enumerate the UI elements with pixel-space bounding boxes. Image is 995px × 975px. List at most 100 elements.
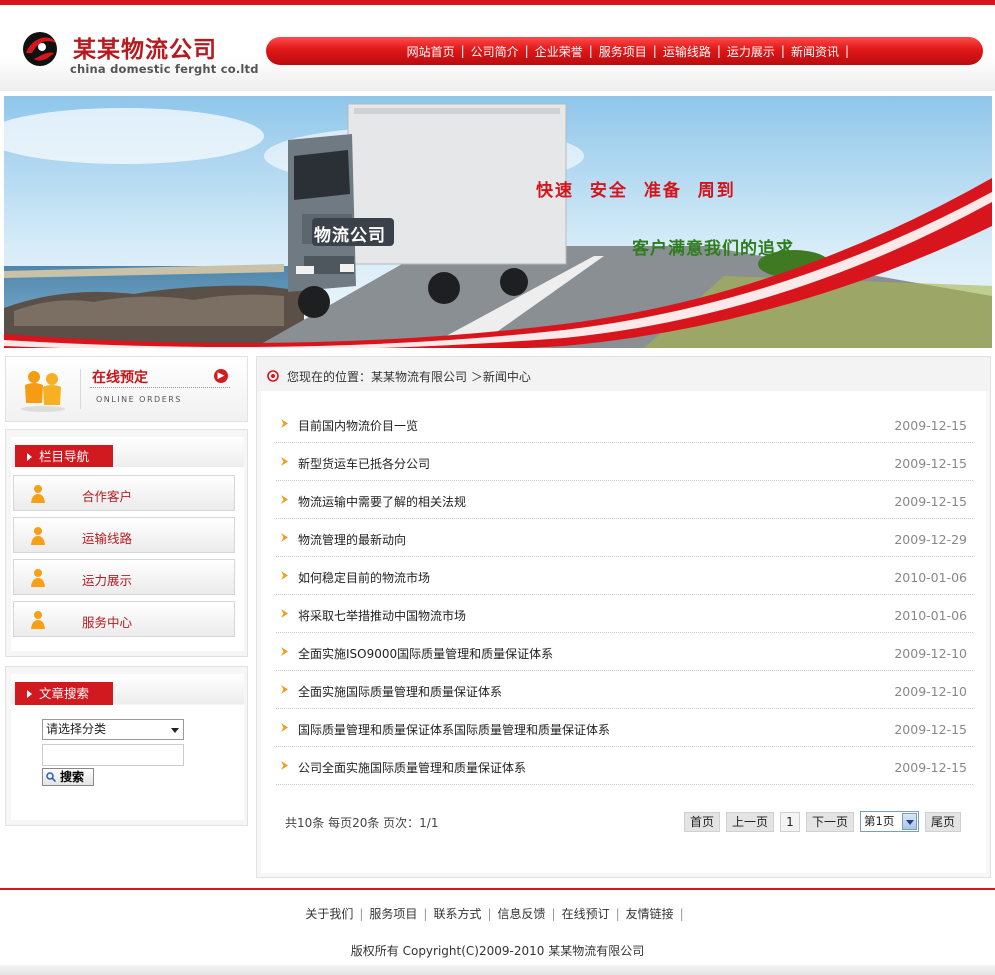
news-row[interactable]: 新型货运车已抵各分公司 2009-12-15 (276, 443, 973, 481)
news-title[interactable]: 国际质量管理和质量保证体系国际质量管理和质量保证体系 (298, 721, 610, 738)
news-title[interactable]: 新型货运车已抵各分公司 (298, 455, 430, 472)
sidebar-item-label: 运力展示 (82, 573, 133, 588)
nav-separator: | (716, 44, 721, 58)
bullet-arrow-icon (281, 723, 288, 732)
footer-link[interactable]: 友情链接 (626, 907, 674, 921)
person-icon (31, 569, 45, 587)
article-search-panel: 文章搜索 请选择分类 搜索 (5, 666, 248, 826)
news-row[interactable]: 国际质量管理和质量保证体系国际质量管理和质量保证体系 2009-12-15 (276, 709, 973, 747)
news-row[interactable]: 将采取七举措推动中国物流市场 2010-01-06 (276, 595, 973, 633)
sidebar-item-routes[interactable]: 运输线路 (13, 517, 235, 553)
current-page-number[interactable]: 1 (780, 812, 800, 832)
news-title[interactable]: 物流管理的最新动向 (298, 531, 406, 548)
banner-image (4, 96, 992, 348)
nav-link[interactable]: 公司简介 (471, 43, 519, 60)
news-date: 2009-12-15 (894, 494, 967, 509)
chevron-down-icon (902, 813, 917, 830)
bullet-arrow-icon (281, 419, 288, 428)
breadcrumb: 您现在的位置：某某物流有限公司 ＞新闻中心 (287, 370, 531, 384)
bullet-arrow-icon (281, 685, 288, 694)
breadcrumb-bar: 您现在的位置：某某物流有限公司 ＞新闻中心 (257, 357, 990, 391)
sidebar-item-label: 合作客户 (82, 489, 133, 504)
nav-separator: | (460, 44, 465, 58)
first-page-button[interactable]: 首页 (684, 812, 720, 832)
online-order-title[interactable]: 在线预定 (92, 367, 148, 387)
hero-banner (4, 96, 992, 348)
bullet-arrow-icon (281, 533, 288, 542)
news-title[interactable]: 公司全面实施国际质量管理和质量保证体系 (298, 759, 526, 776)
news-title[interactable]: 全面实施ISO9000国际质量管理和质量保证体系 (298, 645, 553, 662)
search-button[interactable]: 搜索 (42, 768, 94, 786)
bullet-arrow-icon (281, 571, 288, 580)
footer-link[interactable]: 信息反馈 (498, 907, 546, 921)
nav-link[interactable]: 运力展示 (727, 43, 775, 60)
news-date: 2010-01-06 (894, 608, 967, 623)
online-order-subtitle: ONLINE ORDERS (96, 395, 182, 404)
news-title[interactable]: 如何稳定目前的物流市场 (298, 569, 430, 586)
banner-slogan-sub: 客户满意我们的追求 (632, 239, 794, 259)
panel-header: 栏目导航 (11, 437, 244, 475)
footer-separator: | (679, 907, 684, 921)
sidebar-item-label: 服务中心 (82, 615, 133, 630)
nav-separator: | (652, 44, 657, 58)
nav-link[interactable]: 服务项目 (599, 43, 647, 60)
company-name: 某某物流公司 (73, 37, 217, 63)
person-icon (31, 611, 45, 629)
nav-separator: | (780, 44, 785, 58)
news-date: 2009-12-10 (894, 684, 967, 699)
nav-separator: | (524, 44, 529, 58)
search-input[interactable] (42, 744, 184, 766)
footer-bar (0, 965, 995, 975)
nav-separator: | (588, 44, 593, 58)
site-header: 某某物流公司 china domestic ferght co.ltd 网站首页… (0, 5, 995, 91)
category-select[interactable]: 请选择分类 (42, 719, 184, 740)
news-date: 2009-12-15 (894, 418, 967, 433)
sidebar-item-capacity[interactable]: 运力展示 (13, 559, 235, 595)
bullet-arrow-icon (281, 761, 288, 770)
news-row[interactable]: 物流运输中需要了解的相关法规 2009-12-15 (276, 481, 973, 519)
online-order-box[interactable]: 在线预定 ONLINE ORDERS ▶ (5, 356, 248, 422)
news-row[interactable]: 全面实施ISO9000国际质量管理和质量保证体系 2009-12-10 (276, 633, 973, 671)
news-date: 2009-12-15 (894, 760, 967, 775)
news-row[interactable]: 公司全面实施国际质量管理和质量保证体系 2009-12-15 (276, 747, 973, 785)
dotted-divider (90, 387, 230, 388)
footer-link[interactable]: 联系方式 (433, 907, 481, 921)
footer-separator: | (615, 907, 620, 921)
next-page-button[interactable]: 下一页 (806, 812, 854, 832)
location-icon (267, 370, 279, 382)
sidebar-item-service[interactable]: 服务中心 (13, 601, 235, 637)
news-row[interactable]: 如何稳定目前的物流市场 2010-01-06 (276, 557, 973, 595)
news-list: 共10条 每页20条 页次：1/1 首页 上一页 1 下一页 第1页 尾页 目前… (261, 391, 986, 873)
pager-info: 共10条 每页20条 页次：1/1 (285, 816, 439, 830)
news-title[interactable]: 全面实施国际质量管理和质量保证体系 (298, 683, 502, 700)
footer-separator: | (423, 907, 428, 921)
customers-icon (21, 371, 65, 412)
news-title[interactable]: 目前国内物流价目一览 (298, 417, 418, 434)
news-row[interactable]: 目前国内物流价目一览 2009-12-15 (276, 405, 973, 443)
page-select[interactable]: 第1页 (860, 811, 919, 832)
news-row[interactable]: 物流管理的最新动向 2009-12-29 (276, 519, 973, 557)
news-panel: 您现在的位置：某某物流有限公司 ＞新闻中心 共10条 每页20条 页次：1/1 … (256, 356, 991, 878)
person-icon (31, 527, 45, 545)
footer-link[interactable]: 服务项目 (369, 907, 417, 921)
bullet-arrow-icon (281, 609, 288, 618)
category-select-value: 请选择分类 (46, 722, 107, 736)
news-title[interactable]: 物流运输中需要了解的相关法规 (298, 493, 466, 510)
nav-link[interactable]: 运输线路 (663, 43, 711, 60)
nav-link[interactable]: 网站首页 (407, 43, 455, 60)
footer-link[interactable]: 关于我们 (305, 907, 353, 921)
last-page-button[interactable]: 尾页 (925, 812, 961, 832)
panel-header: 文章搜索 (11, 674, 244, 712)
nav-link[interactable]: 企业荣誉 (535, 43, 583, 60)
news-date: 2009-12-29 (894, 532, 967, 547)
news-row[interactable]: 全面实施国际质量管理和质量保证体系 2009-12-10 (276, 671, 973, 709)
bullet-arrow-icon (281, 457, 288, 466)
footer-link[interactable]: 在线预订 (562, 907, 610, 921)
footer-links: 关于我们 | 服务项目 | 联系方式 | 信息反馈 | 在线预订 | 友情链接 | (0, 905, 995, 922)
news-title[interactable]: 将采取七举措推动中国物流市场 (298, 607, 466, 624)
column-nav-title: 栏目导航 (15, 445, 114, 475)
sidebar-item-partners[interactable]: 合作客户 (13, 475, 235, 511)
arrow-right-icon[interactable]: ▶ (214, 369, 228, 383)
prev-page-button[interactable]: 上一页 (726, 812, 774, 832)
nav-link[interactable]: 新闻资讯 (791, 43, 839, 60)
